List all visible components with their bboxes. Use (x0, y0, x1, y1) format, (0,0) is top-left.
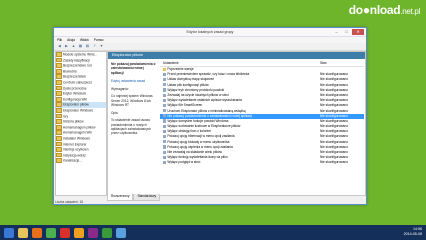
folder-icon (56, 113, 62, 119)
winamp-icon[interactable] (74, 227, 84, 238)
folder-icon (56, 124, 62, 130)
help-icon[interactable]: ? (92, 44, 97, 49)
setting-icon (163, 72, 167, 76)
watermark-logo: do●nload.net.pl (348, 3, 421, 17)
requirements-label: Wymagania: (111, 86, 129, 91)
folder-icon (56, 68, 62, 74)
minimize-icon[interactable]: – (332, 29, 341, 35)
folder-icon (56, 130, 62, 136)
back-icon[interactable]: ◀ (57, 44, 62, 49)
status-bar: Liczba ustawień: 16 (55, 200, 83, 204)
setting-icon (163, 114, 167, 118)
setting-icon (163, 124, 167, 128)
folder-icon (56, 74, 62, 80)
title-bar[interactable]: Edytor lokalnych zasad grupy – □ ✕ (54, 28, 366, 37)
music-icon[interactable] (102, 227, 112, 238)
taskbar: 14:56 2014-05-08 (0, 225, 426, 240)
folder-icon (56, 119, 62, 124)
menu-help[interactable]: Pomoc (94, 38, 104, 42)
setting-icon (163, 88, 167, 92)
folder-icon (56, 107, 62, 113)
setting-icon (163, 155, 167, 159)
show-tree-icon[interactable]: ▦ (78, 44, 83, 49)
opera-icon[interactable] (60, 227, 70, 238)
requirements-text: Co najmniej system Windows Server 2012, … (111, 94, 153, 107)
clock-date: 2014-05-08 (403, 231, 422, 236)
folder-icon[interactable] (18, 227, 28, 238)
menu-file[interactable]: Plik (57, 38, 62, 42)
folder-icon (56, 63, 62, 68)
folder-icon (56, 57, 62, 63)
maximize-icon[interactable]: □ (342, 29, 351, 35)
setting-icon (163, 140, 167, 144)
description-label: Opis: (111, 110, 119, 115)
setting-name: Wyłącz podgląd w sieci (160, 160, 320, 165)
edit-policy-link[interactable]: Edytuj ustawienia zasad (111, 79, 157, 83)
setting-icon (163, 103, 167, 108)
column-setting[interactable]: Ustawienie (160, 60, 320, 66)
firefox-icon[interactable] (32, 227, 42, 238)
folder-icon (56, 96, 62, 102)
system-clock[interactable]: 14:56 2014-05-08 (404, 227, 422, 237)
setting-state: Nie skonfigurowano (320, 160, 348, 165)
description-text: To ustawienie zasad usuwa powiadomienia … (111, 118, 152, 136)
tab-extended[interactable]: Rozszerzony (107, 194, 134, 201)
setting-icon (163, 135, 167, 139)
settings-list: Ustawienie Stan Poprzednie wersje Przed p… (160, 60, 364, 192)
export-list-icon[interactable]: ▤ (85, 44, 90, 49)
details-pane: Eksplorator plików Nie pokazuj powiadomi… (107, 51, 366, 196)
setting-icon (163, 119, 167, 123)
up-folder-icon[interactable]: ▲ (71, 44, 76, 49)
forward-icon[interactable]: ▶ (64, 44, 69, 49)
folder-icon (56, 158, 62, 164)
filter-icon[interactable]: ▼ (99, 44, 104, 49)
list-header: Ustawienie Stan (160, 60, 364, 67)
setting-icon (163, 160, 167, 165)
folder-icon (56, 91, 62, 96)
folder-icon (56, 147, 62, 152)
tree-item[interactable]: Kanalizacje... (56, 158, 106, 164)
setting-icon (163, 150, 167, 154)
folder-icon (56, 52, 62, 57)
folder-icon (56, 79, 62, 85)
folder-icon (56, 141, 62, 147)
menu-view[interactable]: Widok (80, 38, 89, 42)
setting-icon (163, 77, 167, 82)
folder-icon (56, 102, 62, 108)
gpedit-icon[interactable] (116, 227, 126, 238)
windows-icon[interactable] (4, 227, 14, 238)
view-tabs: Rozszerzony Standardowy (107, 194, 161, 201)
folder-icon (56, 85, 62, 91)
menu-action[interactable]: Akcja (67, 38, 75, 42)
setting-icon (163, 109, 167, 113)
folder-icon (56, 152, 62, 158)
window-title: Edytor lokalnych zasad grupy (186, 29, 234, 34)
setting-icon (163, 145, 167, 149)
close-icon[interactable]: ✕ (352, 29, 364, 35)
setting-icon (163, 83, 167, 87)
policy-description: Nie pokazuj powiadomienia o zainstalowan… (111, 62, 157, 139)
pane-header: Eksplorator plików (108, 52, 365, 59)
column-state[interactable]: Stan (320, 60, 364, 66)
folder-icon (56, 135, 62, 141)
navigation-tree: Modele systemu Wind... Zasady klasyfikac… (55, 51, 107, 196)
setting-icon (163, 129, 167, 133)
setting-icon (163, 98, 167, 102)
toolbar: ◀ ▶ ▲ ▦ ▤ ? ▼ (54, 43, 366, 51)
list-item[interactable]: Wyłącz podgląd w sieci Nie skonfigurowano (160, 160, 364, 165)
tab-standard[interactable]: Standardowy (133, 194, 161, 201)
app-icon[interactable] (88, 227, 98, 238)
chrome-icon[interactable] (46, 227, 56, 238)
gpedit-window: Edytor lokalnych zasad grupy – □ ✕ Plik … (53, 27, 367, 205)
folder-icon (163, 67, 167, 71)
setting-icon (163, 93, 167, 97)
policy-title: Nie pokazuj powiadomienia o zainstalowan… (111, 62, 156, 75)
